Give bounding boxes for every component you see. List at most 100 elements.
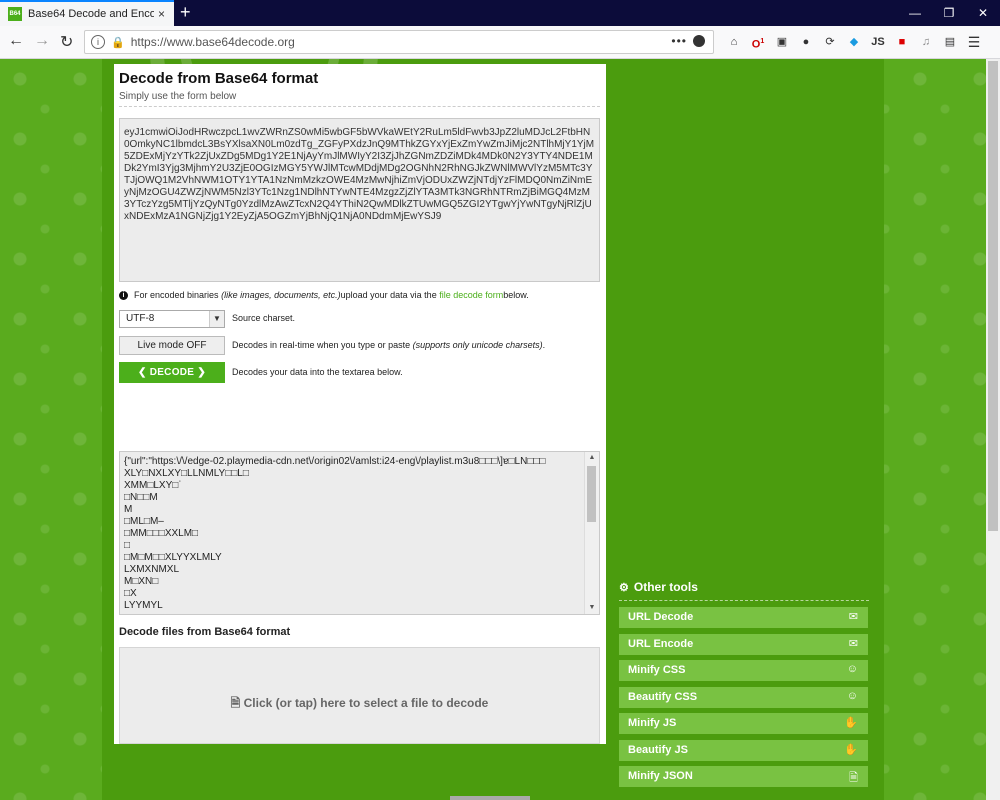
- dropzone-text: Click (or tap) here to select a file to …: [243, 696, 489, 710]
- output-line: □X: [124, 588, 137, 599]
- tool-link-label: URL Encode: [628, 637, 694, 650]
- decoded-output-text: {"url":"https:\/\/edge-02.playmedia-cdn.…: [124, 456, 584, 612]
- page-actions-icon[interactable]: •••: [671, 34, 687, 48]
- tool-link-label: Beautify JS: [628, 743, 688, 756]
- output-line: □MM□□□XXLM□: [124, 528, 199, 539]
- menu-icon[interactable]: ☰: [962, 32, 986, 52]
- opera-extension-icon[interactable]: O1: [746, 32, 770, 52]
- new-tab-button[interactable]: +: [180, 3, 191, 21]
- info-icon: i: [119, 290, 128, 300]
- site-favicon-icon: B64: [8, 7, 22, 21]
- extension-badge: 1: [760, 38, 765, 45]
- tool-link-label: Beautify CSS: [628, 690, 698, 703]
- tool-link-icon: 🗎: [849, 772, 858, 784]
- tool-link-minify-js[interactable]: Minify JS ✋: [619, 713, 868, 734]
- charset-label: Source charset.: [232, 313, 296, 323]
- source-charset-select[interactable]: UTF-8 ▼: [119, 310, 225, 328]
- tool-list: URL Decode ✉ URL Encode ✉ Minify CSS ☺ Beautif…: [619, 607, 869, 787]
- tool-link-icon: ☺: [846, 663, 858, 675]
- output-line: M□XN□: [124, 576, 159, 587]
- reload-icon[interactable]: ↻: [60, 32, 73, 52]
- tool-link-url-decode[interactable]: URL Decode ✉: [619, 607, 868, 628]
- title-divider: [119, 106, 600, 107]
- file-icon: 🗎: [230, 696, 241, 710]
- sync-icon[interactable]: ⟳: [818, 32, 842, 52]
- screenshot-icon[interactable]: ▣: [770, 32, 794, 52]
- pocket-icon[interactable]: [693, 35, 705, 47]
- binary-note-mid: upload your data via the: [340, 290, 437, 300]
- scroll-up-arrow-icon[interactable]: ▲: [585, 452, 599, 464]
- page-scrollbar[interactable]: [986, 59, 1000, 800]
- output-line: □: [124, 540, 131, 551]
- scroll-down-arrow-icon[interactable]: ▼: [585, 602, 599, 614]
- live-mode-description: Decodes in real-time when you type or pa…: [232, 340, 545, 350]
- output-scroll-thumb[interactable]: [587, 466, 596, 522]
- music-icon[interactable]: ♫: [914, 32, 938, 52]
- tool-link-url-encode[interactable]: URL Encode ✉: [619, 633, 868, 655]
- maximize-button[interactable]: ❐: [932, 0, 966, 26]
- tab-close-icon[interactable]: ×: [158, 7, 165, 21]
- file-dropzone[interactable]: 🗎 Click (or tap) here to select a file t…: [119, 647, 600, 744]
- tool-link-minify-css[interactable]: Minify CSS ☺: [619, 660, 868, 681]
- cookie-icon[interactable]: ●: [794, 32, 818, 52]
- output-line: XMM□LXY□ˈ: [124, 480, 182, 491]
- tool-link-icon: ✉: [848, 611, 858, 623]
- window-controls: — ❐ ✕: [898, 0, 1000, 26]
- tool-link-label: Minify JS: [628, 717, 677, 729]
- decode-description: Decodes your data into the textarea belo…: [232, 367, 403, 377]
- tab-title: Base64 Decode and Encode - O: [28, 8, 154, 20]
- decoded-output-textarea[interactable]: {"url":"https:\/\/edge-02.playmedia-cdn.…: [119, 451, 600, 615]
- lock-icon: 🔒: [111, 36, 125, 49]
- tab-bar: B64 Base64 Decode and Encode - O × + — ❐…: [0, 0, 1000, 26]
- decode-panel: Decode from Base64 format Simply use the…: [114, 64, 606, 744]
- site-info-icon[interactable]: i: [91, 35, 105, 49]
- output-line: LXMXNMXL: [124, 564, 180, 575]
- back-arrow-icon[interactable]: ←: [8, 32, 24, 50]
- tool-link-beautify-js[interactable]: Beautify JS ✋: [619, 739, 868, 761]
- binary-note-prefix: For encoded binaries: [134, 290, 219, 300]
- address-bar[interactable]: i 🔒 https://www.base64decode.org •••: [84, 30, 714, 54]
- other-tools-panel: ⚙ Other tools URL Decode ✉ URL Encode ✉ Mini…: [619, 578, 869, 793]
- charset-value: UTF-8: [126, 313, 155, 324]
- decode-files-title: Decode files from Base64 format: [119, 626, 291, 638]
- output-line: □ML□M–: [124, 516, 164, 527]
- tools-divider: [619, 600, 869, 601]
- binary-upload-note: i For encoded binaries (like images, doc…: [119, 290, 529, 300]
- tool-link-label: Minify JSON: [628, 770, 693, 782]
- dropzone-label: 🗎 Click (or tap) here to select a file t…: [120, 694, 599, 715]
- chevron-down-icon: ▼: [209, 311, 224, 327]
- page-title: Decode from Base64 format: [119, 70, 319, 87]
- tool-link-beautify-css[interactable]: Beautify CSS ☺: [619, 686, 868, 708]
- home-icon[interactable]: ⌂: [722, 32, 746, 52]
- live-mode-desc-note: (supports only unicode charsets): [412, 340, 543, 350]
- live-mode-button[interactable]: Live mode OFF: [119, 336, 225, 355]
- tool-link-icon: ✋: [844, 743, 858, 756]
- forward-arrow-icon[interactable]: →: [34, 32, 50, 50]
- close-window-button[interactable]: ✕: [966, 0, 1000, 26]
- live-mode-desc-suffix: .: [542, 340, 546, 350]
- cube-icon[interactable]: ◆: [842, 32, 866, 52]
- page-scroll-thumb[interactable]: [988, 61, 998, 531]
- live-mode-desc-prefix: Decodes in real-time when you type or pa…: [232, 340, 413, 350]
- decode-button[interactable]: ❮ DECODE ❯: [119, 362, 225, 383]
- minimize-button[interactable]: —: [898, 0, 932, 26]
- js-toggle-icon[interactable]: JS: [866, 32, 890, 52]
- tool-link-minify-json[interactable]: Minify JSON 🗎: [619, 766, 868, 787]
- reader-icon[interactable]: ▤: [938, 32, 962, 52]
- output-scrollbar[interactable]: ▲ ▼: [584, 452, 599, 614]
- output-line: □M□M□□XLYYXLMLY: [124, 552, 222, 563]
- tool-link-label: Minify CSS: [628, 664, 686, 676]
- translate-icon[interactable]: ■: [890, 32, 914, 52]
- binary-note-example: (like images, documents, etc.): [221, 290, 341, 300]
- tool-link-icon: ☺: [846, 689, 858, 702]
- tool-link-icon: ✉: [848, 637, 858, 650]
- file-decode-form-link[interactable]: file decode form: [439, 290, 503, 300]
- page-subtitle: Simply use the form below: [119, 91, 237, 102]
- browser-tab[interactable]: B64 Base64 Decode and Encode - O ×: [0, 0, 174, 26]
- tool-link-label: URL Decode: [628, 611, 694, 623]
- navigation-bar: ← → ↻ i 🔒 https://www.base64decode.org •…: [0, 26, 1000, 59]
- encoded-input-textarea[interactable]: eyJ1cmwiOiJodHRwczpcL1wvZWRnZS0wMi5wbGF5…: [119, 118, 600, 282]
- binary-note-suffix: below.: [503, 290, 529, 300]
- other-tools-title: Other tools: [633, 580, 698, 594]
- output-line: □N□□M: [124, 492, 158, 503]
